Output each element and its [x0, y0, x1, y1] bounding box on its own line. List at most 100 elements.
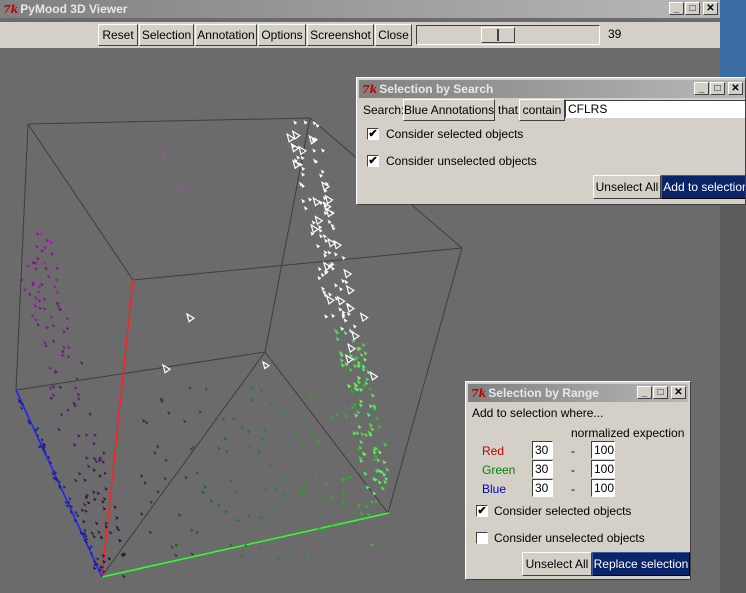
minimize-icon[interactable]: _ [637, 386, 652, 399]
data-point [36, 322, 40, 327]
close-button[interactable]: Close [375, 24, 412, 46]
selection-button[interactable]: Selection [139, 24, 194, 46]
close-icon[interactable]: ✕ [703, 2, 718, 15]
data-point [48, 238, 52, 243]
range-unselect-all-button[interactable]: Unselect All [522, 552, 592, 576]
data-point [82, 519, 86, 524]
annotation-button[interactable]: Annotation [195, 24, 257, 46]
slider-thumb[interactable] [481, 27, 515, 43]
field-select-button[interactable]: Blue Annotations [403, 99, 495, 121]
data-point [293, 120, 298, 125]
data-point [77, 396, 81, 401]
data-point [329, 495, 334, 500]
consider-unselected-checkbox[interactable]: ✔ [367, 155, 379, 167]
data-point [352, 324, 357, 329]
data-point [365, 504, 369, 509]
replace-selection-button[interactable]: Replace selection [592, 552, 690, 576]
data-point [28, 292, 32, 297]
range-title-bar[interactable]: 7k Selection by Range _ □ ✕ [468, 384, 688, 402]
operator-button[interactable]: contain [519, 99, 565, 121]
data-point [355, 430, 360, 436]
unselect-all-button[interactable]: Unselect All [593, 175, 661, 199]
data-point [314, 441, 318, 446]
red-max-input[interactable]: 100 [591, 441, 615, 459]
data-point [56, 290, 60, 295]
main-title-bar[interactable]: 7k PyMood 3D Viewer _ □ ✕ [0, 0, 720, 18]
green-max-input[interactable]: 100 [591, 460, 615, 478]
consider-selected-checkbox[interactable]: ✔ [367, 128, 379, 140]
reset-button[interactable]: Reset [98, 24, 138, 46]
data-point [363, 357, 368, 362]
data-point [310, 223, 320, 234]
maximize-icon[interactable]: □ [685, 2, 700, 15]
data-point [370, 427, 375, 432]
data-point [48, 386, 53, 391]
blue-min-input[interactable]: 30 [532, 479, 553, 497]
data-point [66, 316, 70, 321]
data-point [357, 503, 361, 508]
slider-value: 39 [608, 27, 622, 41]
data-point [49, 396, 54, 401]
blue-max-input[interactable]: 100 [591, 479, 615, 497]
data-point [344, 414, 349, 419]
options-button[interactable]: Options [258, 24, 306, 46]
data-point [225, 449, 229, 454]
data-point [186, 312, 196, 323]
data-point [370, 393, 375, 398]
data-point [62, 345, 67, 350]
data-point [382, 472, 387, 477]
data-point [36, 426, 40, 430]
maximize-icon[interactable]: □ [653, 386, 668, 399]
data-point [217, 446, 221, 451]
minimize-icon[interactable]: _ [694, 82, 709, 95]
minimize-icon[interactable]: _ [669, 2, 684, 15]
data-point [348, 475, 352, 480]
data-point [34, 266, 38, 271]
data-point [67, 345, 71, 350]
data-point [302, 416, 306, 421]
data-point [30, 313, 35, 318]
range-dialog: 7k Selection by Range _ □ ✕ Add to select… [465, 381, 691, 580]
data-point [153, 450, 157, 455]
data-point [37, 289, 41, 294]
data-point [65, 326, 70, 331]
data-point [363, 471, 368, 476]
data-point [333, 251, 338, 257]
data-point [317, 439, 321, 444]
range-consider-selected-checkbox[interactable]: ✔ [476, 505, 488, 517]
data-point [343, 318, 348, 323]
data-point [358, 456, 363, 461]
data-point [40, 438, 44, 442]
red-min-input[interactable]: 30 [532, 441, 553, 459]
search-title-bar[interactable]: 7k Selection by Search _ □ ✕ [359, 80, 745, 98]
data-point [33, 304, 38, 308]
data-point [68, 497, 72, 501]
close-icon[interactable]: ✕ [728, 82, 743, 95]
data-point [221, 417, 226, 421]
search-dialog-title: Selection by Search [379, 82, 494, 96]
range-consider-unselected-checkbox[interactable] [476, 532, 488, 544]
data-point [118, 538, 122, 543]
data-point [349, 367, 354, 372]
data-point [51, 323, 56, 328]
data-point [40, 248, 44, 253]
data-point [102, 506, 107, 511]
data-point [310, 429, 314, 434]
data-point [156, 489, 161, 494]
search-input[interactable]: CFLRS [565, 100, 745, 118]
add-to-selection-button[interactable]: Add to selection [661, 175, 745, 199]
data-point [377, 425, 382, 430]
green-min-input[interactable]: 30 [532, 460, 553, 478]
data-point [341, 477, 346, 482]
maximize-icon[interactable]: □ [710, 82, 725, 95]
data-point [140, 473, 144, 478]
green-separator: - [571, 463, 575, 477]
data-point [355, 387, 360, 392]
data-point [317, 275, 322, 281]
data-point [59, 412, 64, 417]
frame-slider[interactable] [416, 25, 600, 45]
close-icon[interactable]: ✕ [671, 386, 686, 399]
data-point [359, 387, 364, 392]
data-point [36, 232, 40, 236]
screenshot-button[interactable]: Screenshot [307, 24, 374, 46]
